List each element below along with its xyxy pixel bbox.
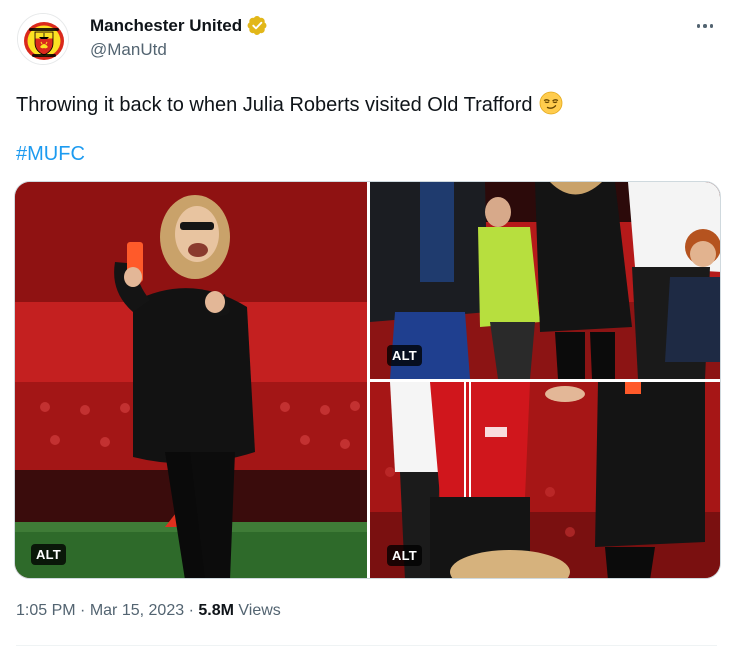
verified-badge-icon[interactable] [247, 15, 268, 36]
tweet-time: 1:05 PM [16, 602, 76, 619]
views-label: Views [238, 602, 281, 619]
tweet-date: Mar 15, 2023 [89, 602, 185, 619]
divider [16, 645, 717, 646]
avatar[interactable] [17, 13, 69, 65]
alt-text-button[interactable]: ALT [387, 545, 422, 566]
meta-separator: · [80, 602, 86, 619]
display-name[interactable]: Manchester United [90, 16, 242, 36]
tweet-text-body: Throwing it back to when Julia Roberts v… [16, 94, 533, 116]
tweet-card: Manchester United @ManUtd Throwing it ba… [0, 0, 731, 662]
meta-separator: · [188, 602, 194, 619]
photo-pitch-group[interactable]: ALT [370, 182, 720, 379]
dot [696, 24, 701, 28]
more-options-icon[interactable] [693, 14, 717, 38]
views-count: 5.8M [198, 602, 234, 619]
alt-text-button[interactable]: ALT [31, 544, 66, 565]
manutd-crest-icon [18, 14, 68, 64]
smirking-face-emoji-icon [539, 91, 563, 122]
views-stat[interactable]: 5.8M Views [198, 602, 280, 619]
name-row: Manchester United [90, 15, 268, 36]
dot [709, 24, 714, 28]
tweet-time-link[interactable]: 1:05 PM · Mar 15, 2023 [16, 602, 184, 619]
tweet-text: Throwing it back to when Julia Roberts v… [16, 91, 563, 122]
hashtag-link[interactable]: #MUFC [16, 141, 85, 167]
account-handle[interactable]: @ManUtd [90, 40, 167, 60]
tweet-meta: 1:05 PM · Mar 15, 2023 · 5.8M Views [16, 602, 281, 620]
alt-text-button[interactable]: ALT [387, 345, 422, 366]
photo-kids-with-julia[interactable]: ALT [370, 382, 720, 578]
dot [703, 24, 707, 28]
media-grid: ALT ALT ALT [14, 181, 721, 579]
photo-julia-roberts-pitch[interactable]: ALT [15, 182, 367, 578]
